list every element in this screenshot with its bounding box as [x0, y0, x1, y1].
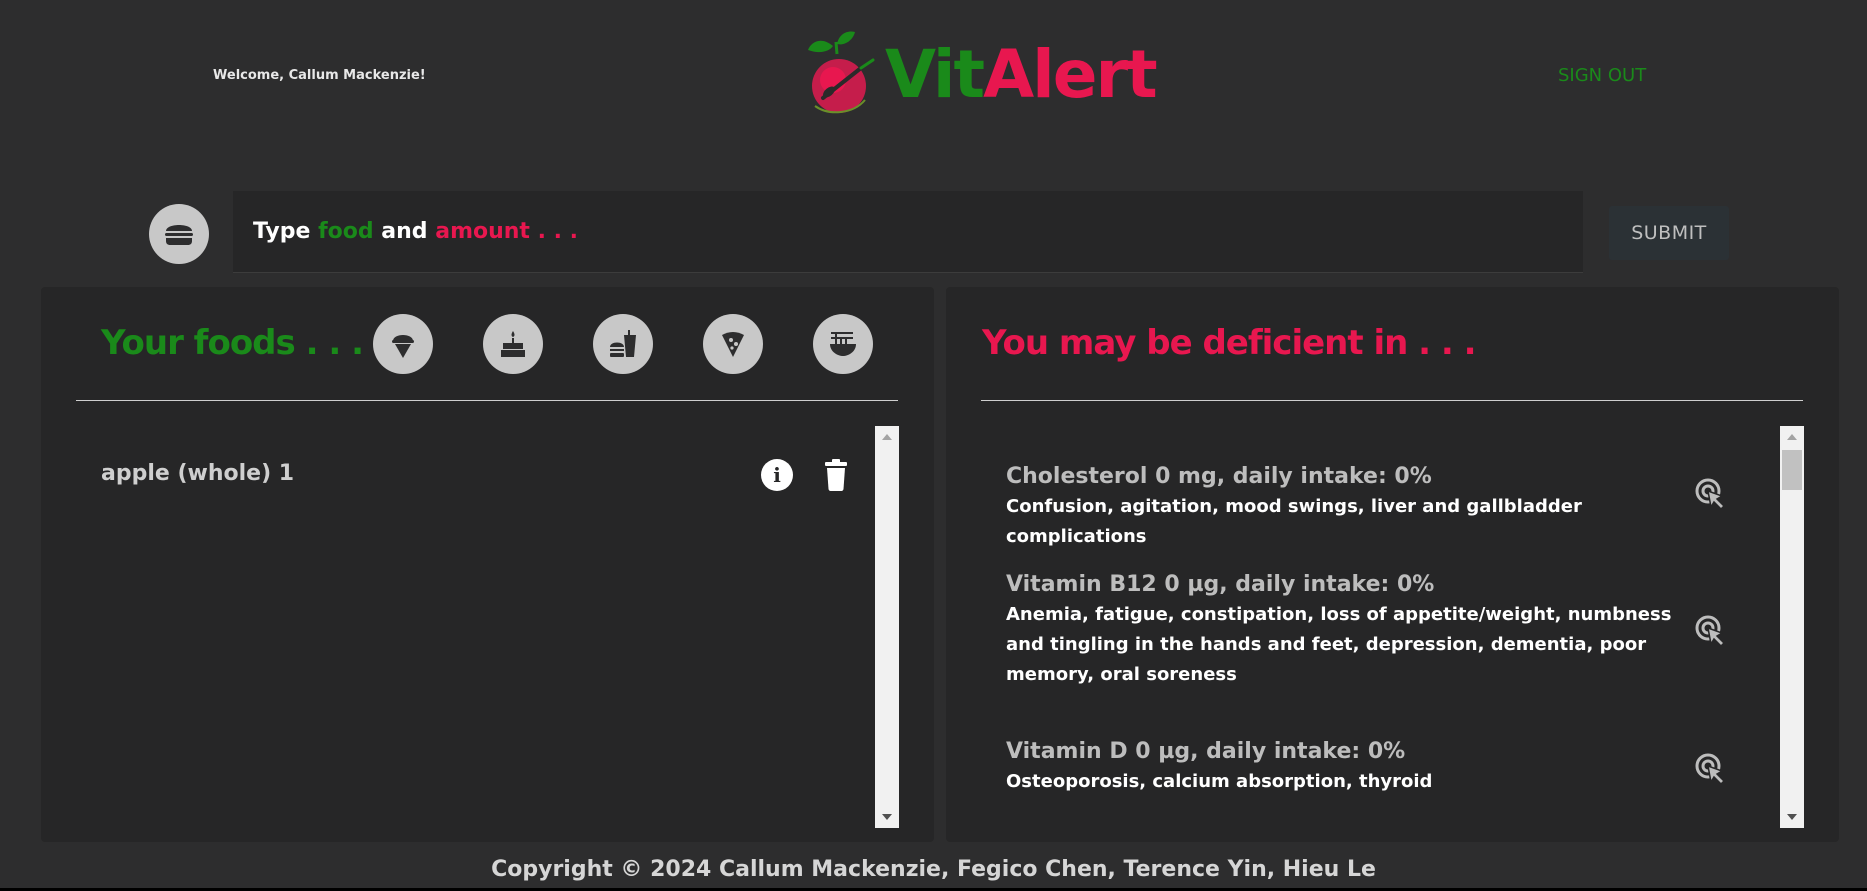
placeholder-type: Type [253, 219, 319, 244]
deficiency-item: Vitamin B12 0 µg, daily intake: 0% Anemi… [1006, 570, 1706, 690]
submit-button[interactable]: SUBMIT [1609, 206, 1729, 260]
foods-panel: Your foods . . . apple (whole) 1 i [41, 287, 934, 842]
deficiency-item-description: Osteoporosis, calcium absorption, thyroi… [1006, 771, 1433, 792]
scroll-up-icon[interactable] [1787, 434, 1797, 440]
deficiency-divider [981, 400, 1803, 401]
category-fast-food-button[interactable] [593, 314, 653, 374]
scroll-thumb[interactable] [1782, 450, 1802, 490]
copyright-footer: Copyright © 2024 Callum Mackenzie, Fegic… [491, 857, 1376, 882]
click-cursor-icon[interactable] [1694, 752, 1728, 786]
app-page: Welcome, Callum Mackenzie! VitAlert SIGN… [0, 0, 1867, 891]
deficiency-panel-title: You may be deficient in . . . [982, 323, 1477, 363]
foods-panel-title: Your foods . . . [101, 323, 364, 363]
fast-food-icon [610, 330, 636, 357]
scroll-down-icon[interactable] [882, 814, 892, 820]
category-cake-button[interactable] [483, 314, 543, 374]
deficiency-item: Cholesterol 0 mg, daily intake: 0% Confu… [1006, 462, 1706, 552]
search-placeholder: Type food and amount . . . [253, 219, 578, 244]
noodles-icon [830, 332, 856, 356]
foods-scrollbar[interactable] [875, 426, 899, 828]
info-icon[interactable]: i [761, 459, 793, 491]
food-search-input[interactable]: Type food and amount . . . [233, 191, 1583, 273]
deficiency-item: Vitamin D 0 µg, daily intake: 0% Osteopo… [1006, 737, 1706, 797]
vitalert-logo: VitAlert [803, 28, 1158, 122]
food-list-item: apple (whole) 1 i [101, 459, 861, 499]
deficiency-item-title: Vitamin B12 0 µg, daily intake: 0% [1006, 572, 1435, 597]
welcome-message: Welcome, Callum Mackenzie! [213, 68, 426, 83]
deficiency-scrollbar[interactable] [1780, 426, 1804, 828]
burger-icon [165, 225, 193, 245]
brand-name: VitAlert [885, 42, 1158, 108]
deficiency-item-description: Confusion, agitation, mood swings, liver… [1006, 496, 1582, 547]
deficiency-item-title: Cholesterol 0 mg, daily intake: 0% [1006, 464, 1432, 489]
ice-cream-icon [392, 335, 414, 358]
click-cursor-icon[interactable] [1694, 614, 1728, 648]
category-noodles-button[interactable] [813, 314, 873, 374]
scroll-up-icon[interactable] [882, 434, 892, 440]
placeholder-food: food [318, 219, 374, 244]
sign-out-link[interactable]: SIGN OUT [1558, 65, 1646, 86]
deficiency-item-description: Anemia, fatigue, constipation, loss of a… [1006, 604, 1672, 685]
deficiency-item-title: Vitamin D 0 µg, daily intake: 0% [1006, 739, 1406, 764]
scroll-down-icon[interactable] [1787, 814, 1797, 820]
category-ice-cream-button[interactable] [373, 314, 433, 374]
pizza-icon [722, 332, 744, 357]
food-type-button[interactable] [149, 204, 209, 264]
apple-logo-icon [808, 31, 875, 114]
food-item-name: apple (whole) 1 [101, 461, 295, 486]
cake-icon [501, 331, 525, 357]
click-cursor-icon[interactable] [1694, 477, 1728, 511]
category-pizza-button[interactable] [703, 314, 763, 374]
placeholder-amount: amount . . . [435, 219, 578, 244]
foods-divider [76, 400, 898, 401]
deficiency-panel: You may be deficient in . . . Cholestero… [946, 287, 1839, 842]
brand-vit: Vit [885, 36, 985, 113]
placeholder-and: and [373, 219, 436, 244]
trash-icon[interactable] [823, 459, 849, 491]
brand-alert: Alert [983, 36, 1158, 113]
